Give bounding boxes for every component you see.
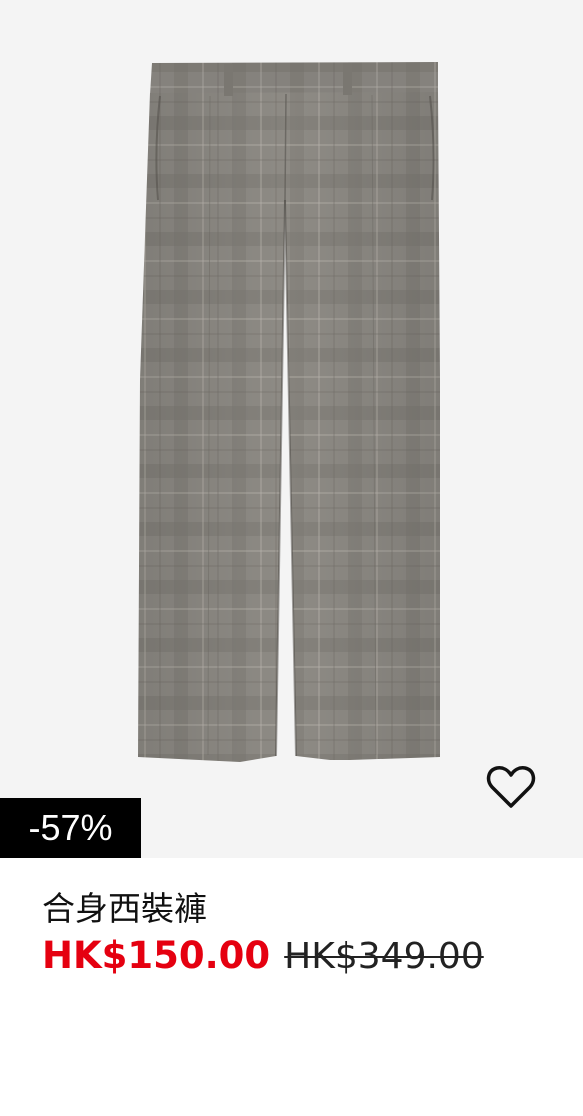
price-row: HK$150.00 HK$349.00 [42,934,484,977]
product-title[interactable]: 合身西裝褲 [42,886,207,932]
trousers-illustration [138,62,440,762]
heart-icon [486,766,536,808]
discount-badge: -57% [0,798,141,858]
sale-price: HK$150.00 [42,934,271,977]
original-price: HK$349.00 [284,936,484,977]
product-image[interactable] [0,0,583,858]
wishlist-button[interactable] [484,762,538,812]
